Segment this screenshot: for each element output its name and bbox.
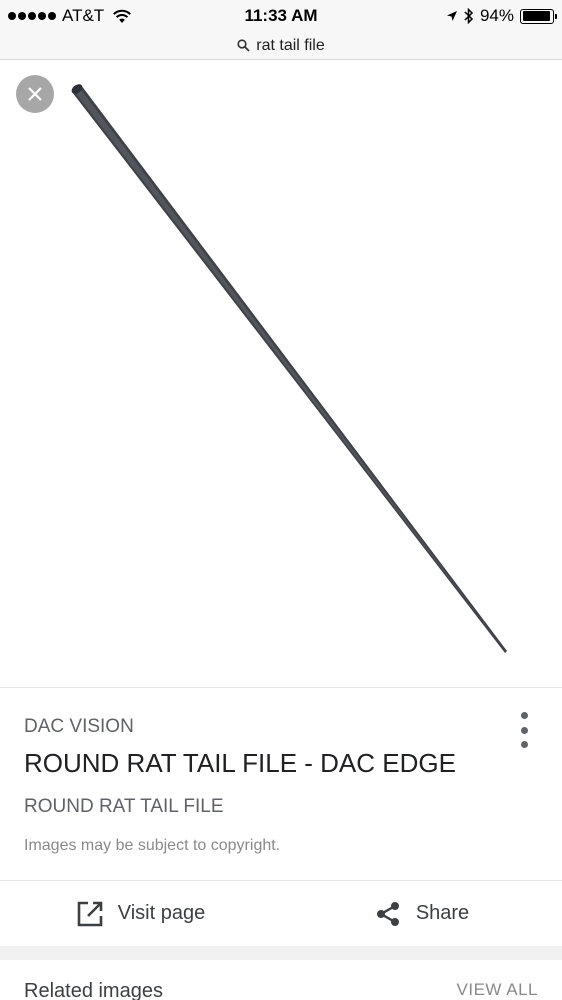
result-title[interactable]: ROUND RAT TAIL FILE - DAC EDGE: [24, 748, 456, 779]
search-icon: [237, 39, 250, 52]
source-name[interactable]: DAC VISION: [24, 716, 134, 738]
bluetooth-icon: [464, 8, 474, 24]
status-right: 94%: [446, 6, 557, 26]
copyright-notice: Images may be subject to copyright.: [24, 837, 281, 854]
share-icon: [376, 901, 399, 926]
visit-page-button[interactable]: Visit page: [0, 881, 281, 946]
search-query: rat tail file: [256, 36, 325, 54]
action-bar: Visit page Share: [0, 880, 562, 946]
image-viewer[interactable]: [0, 61, 562, 687]
battery-icon: [520, 8, 557, 24]
url-bar[interactable]: rat tail file: [0, 32, 562, 60]
related-images-title: Related images: [24, 980, 163, 1000]
rat-tail-file-image: [71, 84, 507, 653]
view-all-button[interactable]: VIEW ALL: [457, 980, 538, 1000]
more-vert-icon: [520, 712, 528, 719]
location-arrow-icon: [446, 11, 457, 21]
image-info-card: DAC VISION ROUND RAT TAIL FILE - DAC EDG…: [0, 687, 562, 880]
section-divider: [0, 946, 562, 960]
close-icon: [28, 87, 42, 101]
close-button[interactable]: [16, 75, 54, 113]
share-button[interactable]: Share: [281, 881, 562, 946]
related-images-section: Related images VIEW ALL: [0, 960, 562, 1000]
more-options-button[interactable]: [510, 710, 538, 750]
open-in-new-icon: [77, 901, 103, 926]
battery-fill: [522, 11, 550, 21]
status-bar: AT&T 11:33 AM 94%: [0, 0, 562, 32]
battery-percent: 94%: [479, 6, 514, 25]
result-subtitle: ROUND RAT TAIL FILE: [24, 796, 224, 817]
visit-page-label: Visit page: [117, 902, 206, 924]
share-label: Share: [415, 902, 470, 924]
